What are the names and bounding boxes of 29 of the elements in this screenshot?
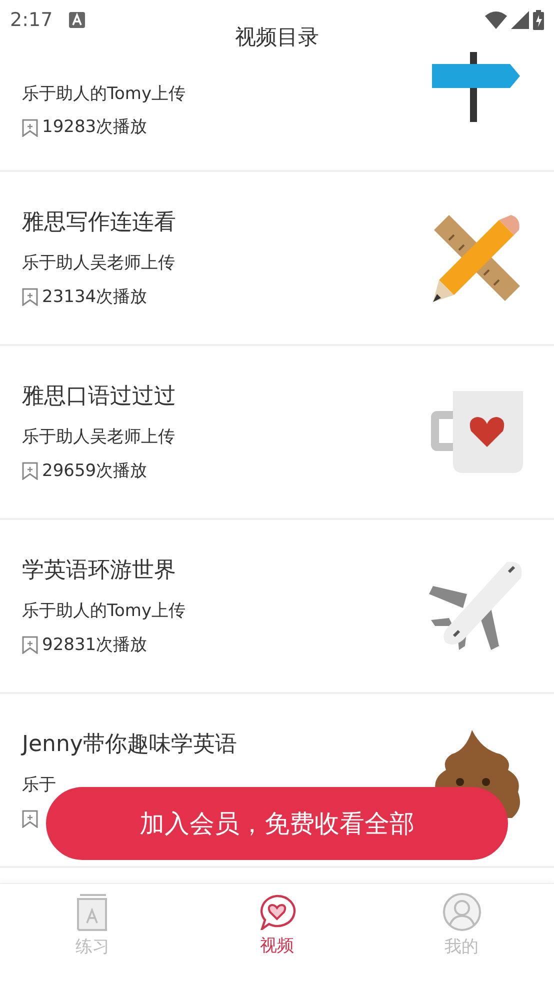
clock-time: 2:17 (10, 8, 53, 33)
play-count: 92831次播放 (42, 634, 148, 656)
uploader-text: 乐于助人吴老师上传 (22, 426, 176, 449)
video-title: Jenny带你趣味学英语 (22, 731, 238, 760)
battery-icon (533, 10, 544, 30)
heart-chat-icon (258, 894, 296, 930)
notification-icon (68, 12, 85, 28)
bookmark-icon (22, 118, 38, 137)
bookmark-icon (22, 636, 38, 654)
wifi-icon (485, 11, 507, 29)
play-count: 23134次播放 (42, 286, 148, 308)
signpost-icon (432, 52, 522, 122)
video-title: 雅思写作连连看 (22, 209, 177, 237)
bookmark-icon (22, 462, 38, 480)
uploader-text: 乐于助人吴老师上传 (22, 252, 176, 275)
bookmark-icon (22, 288, 38, 306)
nav-tab[interactable]: 视频 (216, 893, 337, 961)
video-title: 雅思口语过过过 (22, 383, 177, 411)
signal-icon (511, 11, 529, 29)
play-count: 19283次播放 (42, 116, 148, 139)
mug-icon (431, 389, 523, 475)
uploader-text: 乐于助人的Tomy上传 (22, 600, 187, 623)
play-count: 29659次播放 (42, 460, 148, 482)
page-title: 视频目录 (234, 24, 320, 51)
user-avatar-icon (442, 893, 481, 932)
video-title: 学英语环游世界 (22, 557, 177, 585)
book-icon (76, 893, 108, 932)
uploader-text: 乐于助人的Tomy上传 (22, 82, 187, 106)
bookmark-icon (22, 810, 38, 828)
